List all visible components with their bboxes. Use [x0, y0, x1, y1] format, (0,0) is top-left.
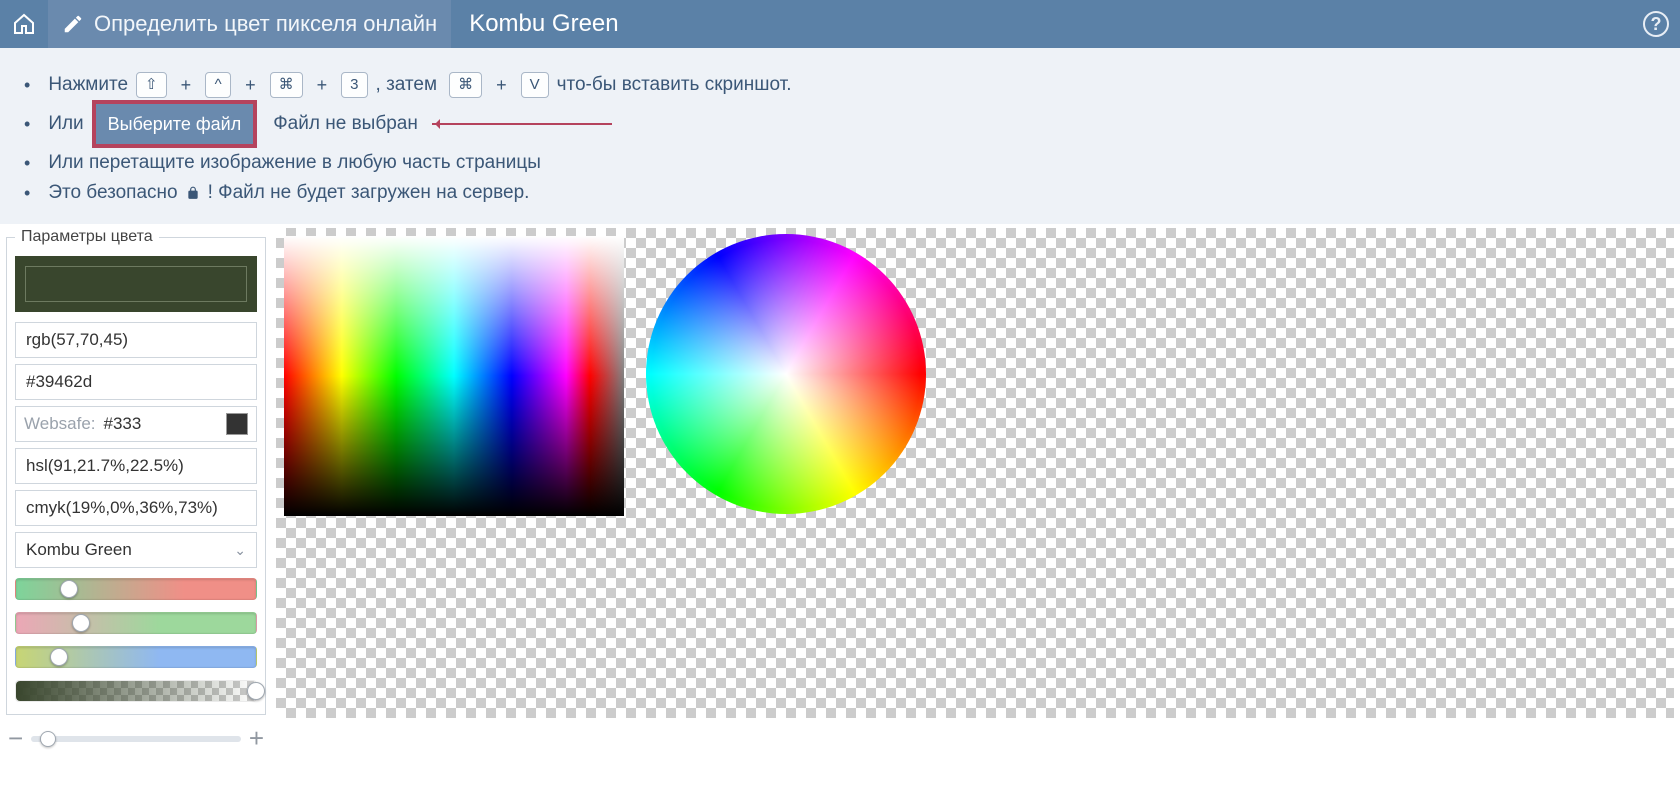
- websafe-row[interactable]: Websafe: #333: [15, 406, 257, 442]
- kbd-v: V: [521, 72, 549, 98]
- plus: +: [311, 70, 334, 100]
- header-color-name: Kombu Green: [451, 10, 636, 38]
- kbd-cmd2: ⌘: [449, 72, 482, 98]
- params-legend: Параметры цвета: [15, 228, 159, 246]
- zoom-control: − +: [6, 715, 266, 754]
- zoom-thumb[interactable]: [40, 731, 56, 747]
- canvas-dropzone[interactable]: [276, 228, 1674, 718]
- plus: +: [239, 70, 262, 100]
- chevron-down-icon: ⌄: [234, 542, 246, 559]
- websafe-chip: [226, 413, 248, 435]
- slider-red[interactable]: [15, 578, 257, 600]
- rgb-input[interactable]: [15, 322, 257, 358]
- instruction-line-3: Или перетащите изображение в любую часть…: [20, 148, 1660, 178]
- color-name-value: Kombu Green: [26, 540, 132, 560]
- plus: +: [175, 70, 198, 100]
- choose-file-button[interactable]: Выберите файл: [94, 102, 256, 146]
- hsl-input[interactable]: [15, 448, 257, 484]
- hex-input[interactable]: [15, 364, 257, 400]
- zoom-slider[interactable]: [31, 736, 241, 742]
- slider-blue-thumb[interactable]: [50, 648, 68, 666]
- plus: +: [490, 70, 513, 100]
- instructions-panel: Нажмите ⇧ + ^ + ⌘ + 3 , затем ⌘ + V что-…: [0, 48, 1680, 224]
- websafe-value: #333: [104, 414, 142, 434]
- hue-gradient-square[interactable]: [284, 236, 624, 516]
- topbar: Определить цвет пикселя онлайн Kombu Gre…: [0, 0, 1680, 48]
- text: что-бы вставить скриншот.: [557, 70, 792, 100]
- instruction-line-1: Нажмите ⇧ + ^ + ⌘ + 3 , затем ⌘ + V что-…: [20, 70, 1660, 100]
- color-swatch[interactable]: [15, 256, 257, 312]
- color-params-fieldset: Параметры цвета Websafe: #333 Kombu Gree…: [6, 228, 266, 715]
- help-button[interactable]: ?: [1632, 0, 1680, 48]
- sidebar: Параметры цвета Websafe: #333 Kombu Gree…: [6, 228, 266, 754]
- text: ! Файл не будет загружен на сервер.: [208, 178, 530, 208]
- color-name-select[interactable]: Kombu Green ⌄: [15, 532, 257, 568]
- color-wheel[interactable]: [646, 234, 926, 514]
- tool-title: Определить цвет пикселя онлайн: [94, 11, 437, 37]
- lock-icon: [186, 186, 200, 200]
- text: Это безопасно: [48, 178, 177, 208]
- zoom-in-icon[interactable]: +: [249, 723, 264, 754]
- text: Или перетащите изображение в любую часть…: [48, 148, 541, 178]
- alpha-gradient: [16, 681, 256, 701]
- slider-green[interactable]: [15, 612, 257, 634]
- kbd-3: 3: [341, 72, 367, 98]
- color-swatch-inner: [25, 266, 247, 302]
- text: , затем: [376, 70, 442, 100]
- file-picker-highlight: Выберите файл: [92, 100, 258, 148]
- slider-green-thumb[interactable]: [72, 614, 90, 632]
- home-button[interactable]: [0, 0, 48, 48]
- websafe-label: Websafe:: [24, 414, 96, 434]
- slider-red-thumb[interactable]: [60, 580, 78, 598]
- pencil-icon: [62, 13, 84, 35]
- slider-blue[interactable]: [15, 646, 257, 668]
- tool-title-block[interactable]: Определить цвет пикселя онлайн: [48, 0, 451, 48]
- kbd-cmd: ⌘: [270, 72, 303, 98]
- text: Или: [48, 109, 83, 139]
- instruction-line-4: Это безопасно ! Файл не будет загружен н…: [20, 178, 1660, 208]
- text: Нажмите: [48, 70, 128, 100]
- arrow-pointer: [432, 123, 612, 125]
- cmyk-input[interactable]: [15, 490, 257, 526]
- zoom-out-icon[interactable]: −: [8, 723, 23, 754]
- help-icon: ?: [1643, 11, 1669, 37]
- instruction-line-2: Или Выберите файл Файл не выбран: [20, 100, 1660, 148]
- slider-alpha-thumb[interactable]: [247, 682, 265, 700]
- main-area: Параметры цвета Websafe: #333 Kombu Gree…: [0, 224, 1680, 754]
- file-status: Файл не выбран: [265, 109, 418, 139]
- kbd-ctrl: ^: [205, 72, 231, 98]
- home-icon: [12, 12, 36, 36]
- slider-alpha[interactable]: [15, 680, 257, 702]
- kbd-shift: ⇧: [136, 72, 167, 98]
